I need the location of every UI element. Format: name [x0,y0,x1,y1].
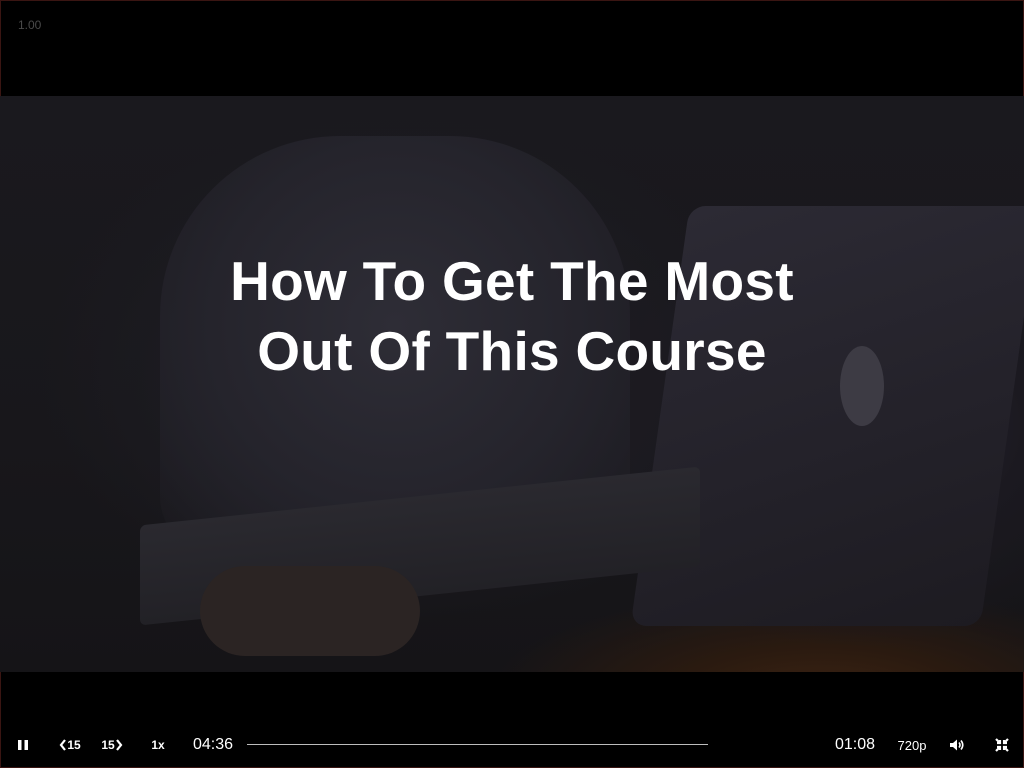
video-title-line-1: How To Get The Most [230,250,794,312]
control-bar: 15 15 1x 04:36 01:08 720p [0,722,1024,768]
volume-button[interactable] [944,722,970,768]
chevron-left-icon [59,739,67,751]
video-title: How To Get The Most Out Of This Course [0,246,1024,386]
volume-icon [950,739,964,751]
quality-button[interactable]: 720p [894,722,930,768]
video-frame[interactable]: How To Get The Most Out Of This Course [0,96,1024,672]
scene-notebook [140,466,700,626]
progress-bar[interactable] [247,737,708,753]
video-player[interactable]: 1.00 How To Get The Most Out Of This Cou… [0,0,1024,768]
pause-button[interactable] [8,722,38,768]
progress-track [247,744,708,745]
playback-rate-button[interactable]: 1x [144,722,172,768]
exit-fullscreen-icon [995,738,1009,752]
skip-back-label: 15 [67,738,81,752]
top-readout: 1.00 [18,18,42,32]
current-time: 04:36 [193,736,234,753]
skip-back-button[interactable]: 15 [54,722,86,768]
pause-icon [18,740,28,750]
skip-forward-label: 15 [101,738,115,752]
exit-fullscreen-button[interactable] [990,722,1014,768]
scene-hand [200,566,420,656]
skip-forward-button[interactable]: 15 [96,722,128,768]
chevron-right-icon [115,739,123,751]
video-title-line-2: Out Of This Course [257,320,767,382]
remaining-time: 01:08 [835,736,876,753]
